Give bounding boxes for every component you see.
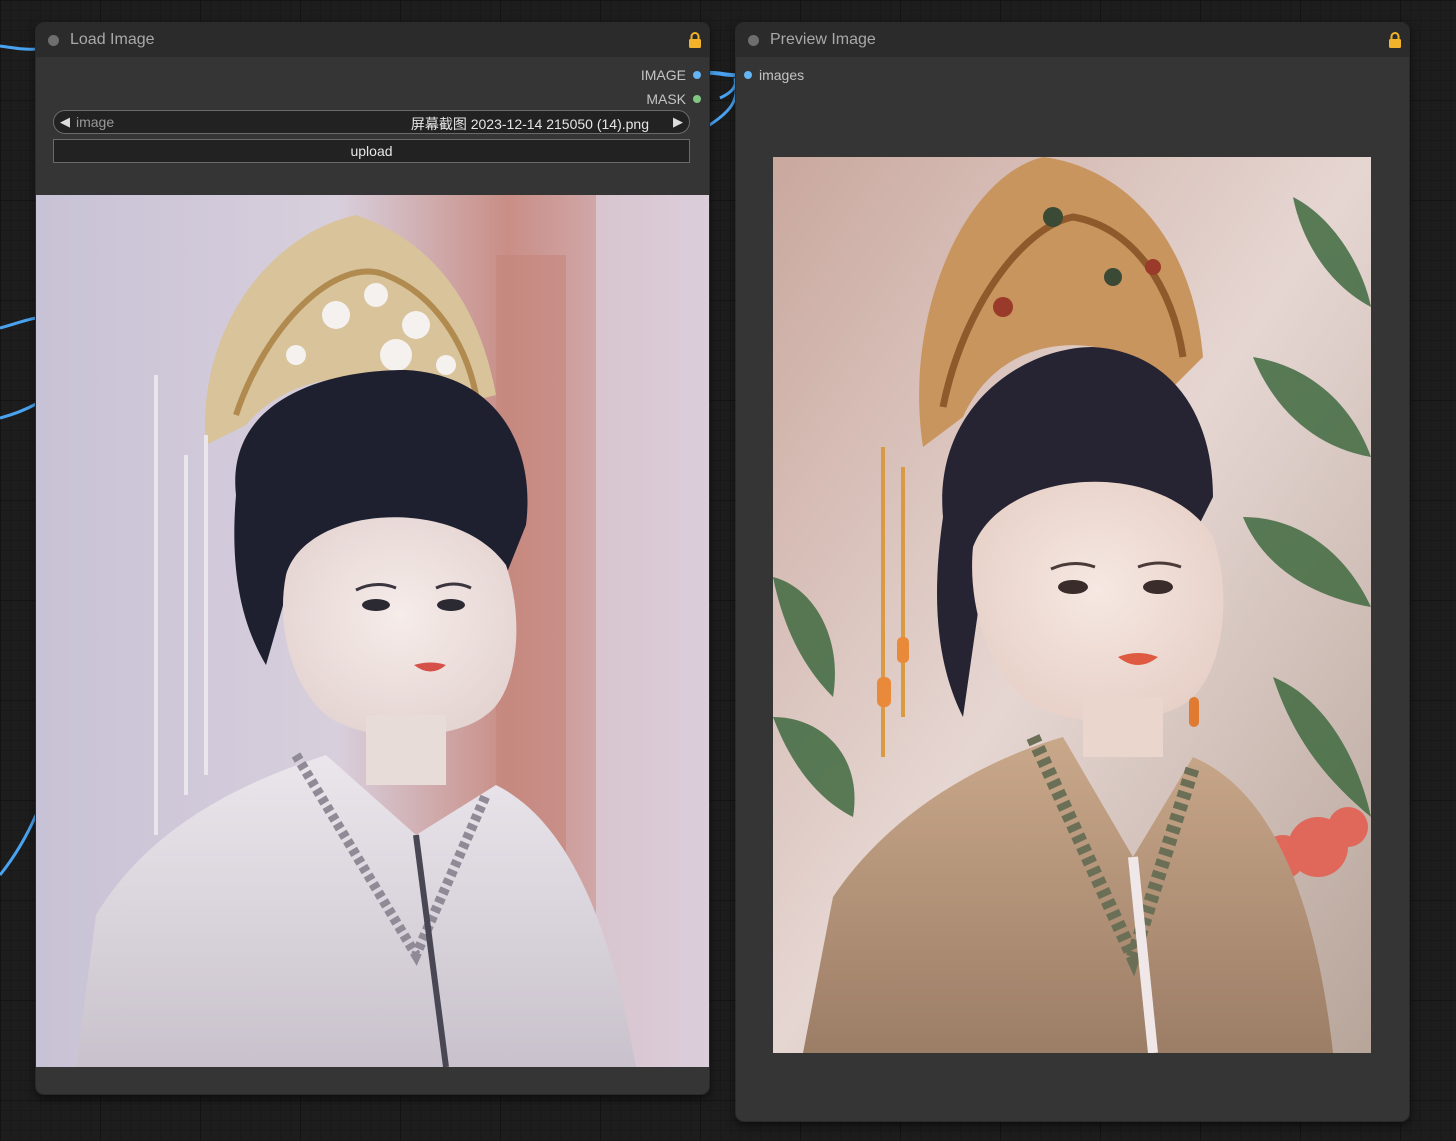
input-slot-images[interactable] [744,71,752,79]
lock-icon[interactable] [688,32,702,48]
output-label-image: IMAGE [640,67,686,83]
image-combo-widget[interactable]: ◀ image 屏幕截图 2023-12-14 215050 (14).png … [53,110,690,134]
collapse-dot-icon[interactable] [48,35,59,46]
output-label-mask: MASK [646,91,686,107]
loaded-image-preview [36,195,709,1067]
upload-button[interactable]: upload [53,139,690,163]
wire-incoming-2 [0,316,37,330]
wire-mask-outgoing [707,79,738,128]
output-slot-mask[interactable] [693,95,701,103]
wire-incoming-1 [0,44,37,51]
preview-image-node[interactable]: Preview Image images [736,23,1409,1121]
collapse-dot-icon[interactable] [748,35,759,46]
wire-mask-outgoing-2 [719,77,737,100]
preview-image-output[interactable] [773,157,1371,1053]
input-label-images: images [759,67,805,83]
node-title: Load Image [70,31,155,48]
combo-label: image [76,114,115,130]
wire-incoming-3 [0,402,37,420]
lock-icon[interactable] [1388,32,1402,48]
arrow-right-icon[interactable]: ▶ [673,114,683,130]
output-slot-image[interactable] [693,71,701,79]
node-title: Preview Image [770,31,876,48]
arrow-left-icon[interactable]: ◀ [60,114,70,130]
combo-value: 屏幕截图 2023-12-14 215050 (14).png [410,116,649,132]
node-title-bar[interactable]: Load Image [36,23,709,57]
load-image-node[interactable]: Load Image IMAGE MASK ◀ image 屏幕截图 2023-… [36,23,709,1094]
node-title-bar[interactable]: Preview Image [736,23,1409,57]
wire-incoming-4 [0,814,38,876]
